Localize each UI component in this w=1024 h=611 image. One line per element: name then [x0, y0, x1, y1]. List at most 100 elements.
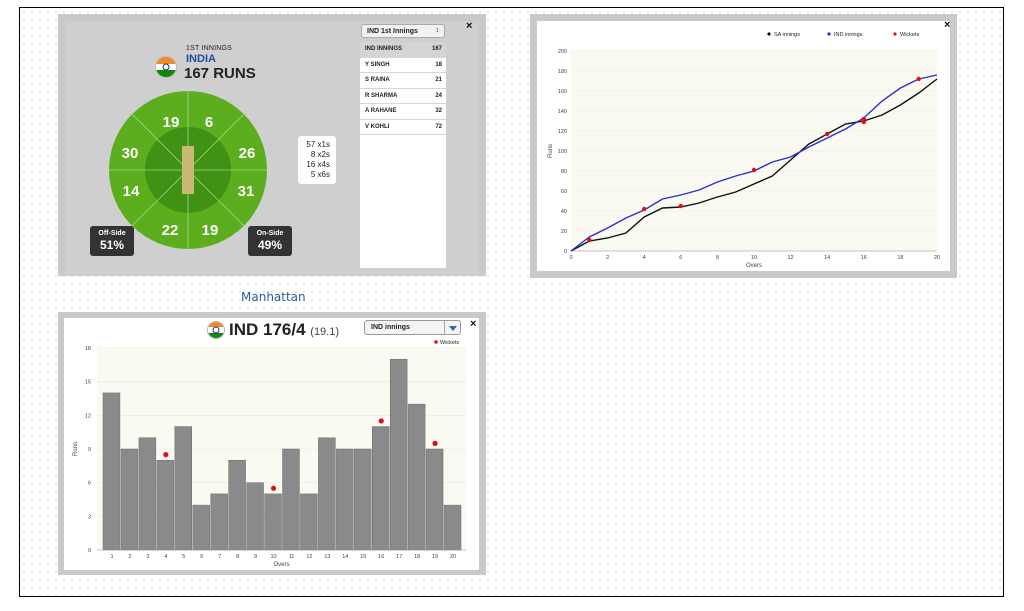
- manhattan-title: Manhattan: [241, 290, 306, 304]
- y-tick-label: 12: [85, 413, 91, 419]
- legend-label: IND innings: [834, 32, 863, 38]
- x-tick-label: 12: [788, 255, 794, 261]
- bar: [246, 482, 264, 551]
- off-side-label: Off-Side: [98, 230, 126, 237]
- bar: [138, 437, 157, 551]
- x-axis-label: Overs: [746, 263, 762, 269]
- count-6s: 5 x6s: [310, 170, 330, 179]
- bar: [264, 493, 282, 551]
- x-tick-label: 8: [716, 255, 719, 261]
- table-row[interactable]: Y SINGH 18: [360, 58, 446, 73]
- bar: [336, 448, 354, 551]
- batsman-runs: 18: [435, 61, 442, 68]
- x-tick-label: 15: [360, 554, 366, 560]
- y-tick-label: 20: [561, 229, 567, 235]
- wagon-wheel-panel: 1ST INNINGS INDIA 167 RUNS 19 6 26 31 19…: [58, 14, 486, 276]
- innings-label: 1ST INNINGS: [186, 45, 233, 52]
- innings-selector[interactable]: IND 1st Innings ↕: [361, 24, 445, 38]
- legend-marker: [434, 340, 438, 344]
- innings-selector-value: IND 1st Innings: [367, 28, 418, 35]
- legend-label: Wickets: [900, 32, 920, 38]
- wicket-marker: [587, 237, 592, 243]
- x-tick-label: 6: [200, 554, 203, 560]
- wicket-marker: [861, 116, 866, 122]
- table-row[interactable]: A RAHANE 32: [360, 104, 446, 120]
- batsman-runs: 32: [435, 108, 442, 114]
- table-row[interactable]: R SHARMA 24: [360, 89, 446, 104]
- batsman-name: V KOHLI: [365, 123, 390, 130]
- batsman-name: Y SINGH: [365, 61, 390, 68]
- manhattan-inner: 0 3 6 9 12 15 18 1 2 3 4 5 6 7 8 9 10 11 12 13 14 15 16 17 18 19 2…: [64, 318, 479, 570]
- y-tick-label: 6: [88, 481, 91, 487]
- x-tick-label: 18: [414, 554, 420, 560]
- bar: [372, 426, 390, 551]
- x-tick-label: 7: [218, 554, 221, 560]
- sector-value: 31: [238, 183, 255, 200]
- wicket-marker: [678, 203, 683, 209]
- manhattan-chart: 03691215181 2 3 4 5 6 7 8 9 10 11 12 13 14 15 16 17 18 19 2…: [73, 340, 466, 568]
- off-side-box: Off-Side 51%: [90, 226, 134, 256]
- worm-chart-inner: 0 20 40 60 80 100 120 140 160 180 200 0 2 4 6 8 10 12 14 16…: [537, 21, 950, 271]
- wicket-marker: [378, 418, 384, 424]
- count-4s: 16 x4s: [306, 160, 330, 169]
- off-side-pct: 51%: [99, 238, 125, 252]
- bar: [228, 459, 246, 551]
- bar: [300, 493, 318, 551]
- close-icon[interactable]: ×: [470, 318, 476, 330]
- innings-dropdown-value: IND innings: [371, 324, 410, 331]
- y-tick-label: 60: [561, 189, 567, 195]
- x-tick-label: 1: [110, 554, 113, 560]
- innings-dropdown[interactable]: IND innings: [364, 320, 461, 335]
- x-tick-label: 3: [146, 554, 149, 560]
- close-icon[interactable]: ×: [466, 20, 472, 32]
- x-tick-label: 4: [164, 554, 167, 560]
- close-icon[interactable]: ×: [944, 19, 950, 31]
- wicket-marker: [163, 452, 169, 458]
- x-tick-label: 17: [396, 554, 402, 560]
- india-flag-icon: [155, 56, 177, 78]
- table-header-row: IND INNINGS 167: [360, 42, 446, 58]
- legend-marker: [827, 32, 831, 36]
- y-tick-label: 200: [558, 49, 567, 55]
- x-tick-label: 10: [751, 255, 757, 261]
- on-side-box: On-Side 49%: [248, 226, 292, 256]
- sector-value: 26: [239, 145, 256, 162]
- table-header-name: IND INNINGS: [365, 46, 403, 52]
- y-tick-label: 180: [558, 69, 567, 75]
- batsman-name: A RAHANE: [365, 108, 397, 114]
- bar: [389, 358, 408, 551]
- total-runs: 167 RUNS: [184, 65, 256, 82]
- y-tick-label: 3: [88, 514, 91, 520]
- x-tick-label: 4: [643, 255, 646, 261]
- y-tick-label: 18: [85, 346, 91, 352]
- sector-value: 30: [122, 145, 139, 162]
- wicket-marker: [916, 76, 921, 82]
- x-tick-label: 6: [679, 255, 682, 261]
- on-side-label: On-Side: [256, 230, 284, 237]
- table-row[interactable]: V KOHLI 72: [360, 120, 446, 135]
- legend-label: SA innings: [774, 32, 800, 38]
- bar: [443, 504, 462, 551]
- legend-marker: [893, 32, 897, 36]
- pitch: [182, 146, 194, 194]
- chevron-down-icon: [444, 321, 460, 334]
- batsman-runs: 72: [435, 123, 442, 130]
- count-2s: 8 x2s: [310, 150, 330, 159]
- table-row[interactable]: S RAINA 21: [360, 73, 446, 89]
- y-tick-label: 9: [88, 447, 91, 453]
- y-axis-label: Runs: [548, 144, 554, 158]
- x-axis-label: Overs: [273, 562, 289, 568]
- bar: [318, 437, 336, 551]
- wicket-marker: [751, 167, 757, 173]
- wicket-marker: [642, 206, 647, 212]
- batsman-runs: 24: [435, 92, 442, 99]
- x-tick-label: 16: [378, 554, 384, 560]
- x-tick-label: 18: [897, 255, 903, 261]
- y-tick-label: 80: [561, 169, 567, 175]
- bar: [407, 403, 426, 551]
- bar: [174, 426, 193, 551]
- x-tick-label: 12: [306, 554, 312, 560]
- x-tick-label: 20: [934, 255, 940, 261]
- x-tick-label: 2: [606, 255, 609, 261]
- bar: [156, 459, 175, 551]
